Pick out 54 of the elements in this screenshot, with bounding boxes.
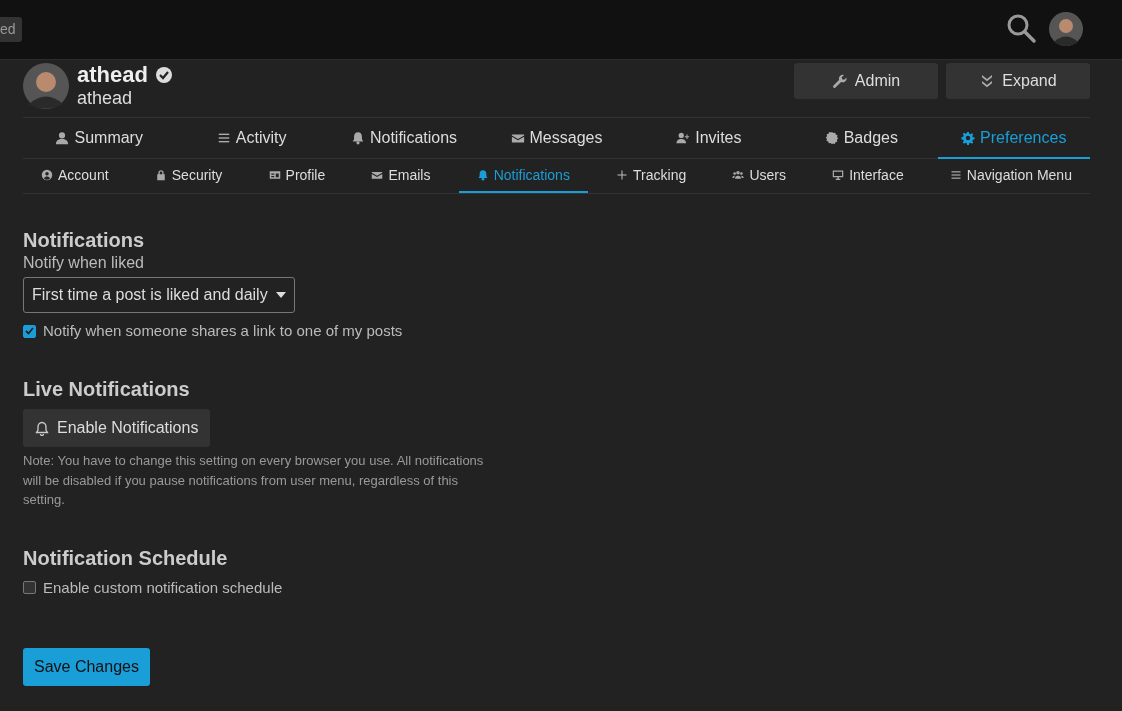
envelope-icon: [371, 169, 384, 181]
enable-button[interactable]: Enable Notifications: [23, 409, 211, 447]
gear-icon: [961, 131, 976, 145]
search-icon[interactable]: [1005, 12, 1037, 44]
dropdown[interactable]: First time a post is liked and daily: [23, 277, 295, 313]
tab[interactable]: Activity: [175, 118, 328, 159]
user-icon: [55, 131, 70, 145]
bell-icon: [476, 169, 489, 181]
caret-icon: [275, 292, 286, 298]
bell-icon: [350, 131, 365, 145]
avatar-icon[interactable]: [1049, 12, 1083, 46]
tab[interactable]: Profile: [250, 159, 344, 193]
checkbox-label: Notify when someone shares a link to one of my posts: [43, 321, 403, 341]
checkbox-label: Enable custom notification schedule: [43, 577, 283, 598]
tab[interactable]: Notifications: [327, 118, 481, 159]
tab[interactable]: Badges: [785, 118, 938, 159]
tab[interactable]: Summary: [23, 118, 176, 159]
field-label: Notify when liked: [23, 253, 145, 273]
plus-icon: [616, 169, 629, 181]
help-note: Note: You have to change this setting on every browser you use. All notifications will be disabled if you pause notifications from user menu, regardless of this setting.: [23, 452, 485, 509]
list-icon: [216, 131, 231, 145]
tab[interactable]: Notifications: [458, 159, 588, 193]
tag-badge: ed: [0, 17, 22, 42]
tab[interactable]: Security: [136, 159, 241, 193]
avatar-icon: [23, 63, 69, 109]
bell-icon: [35, 420, 49, 436]
tab[interactable]: Tracking: [598, 159, 705, 193]
save-button[interactable]: Save Changes: [23, 647, 150, 686]
tab[interactable]: Users: [714, 159, 804, 193]
user-plus-icon: [676, 131, 691, 145]
tab[interactable]: Emails: [353, 159, 449, 193]
tab[interactable]: Preferences: [937, 118, 1090, 159]
tab[interactable]: Navigation Menu: [931, 159, 1090, 193]
list-icon: [949, 169, 962, 181]
check-icon: [155, 67, 172, 83]
tab[interactable]: Invites: [632, 118, 786, 159]
id-card-icon: [268, 169, 281, 181]
section-heading: Notifications: [23, 228, 146, 252]
checkbox[interactable]: [23, 581, 36, 594]
tab[interactable]: Interface: [814, 159, 922, 193]
checkbox[interactable]: [23, 324, 36, 338]
section-heading: Live Notifications: [23, 377, 191, 401]
badge-icon: [824, 131, 839, 145]
expand-button[interactable]: Expand: [946, 63, 1090, 99]
tab[interactable]: Messages: [480, 118, 633, 159]
users-icon: [732, 169, 745, 181]
monitor-icon: [832, 169, 845, 181]
tab[interactable]: Account: [23, 159, 127, 193]
username: athead: [77, 87, 134, 109]
lock-icon: [154, 169, 167, 181]
section-heading: Notification Schedule: [23, 545, 229, 570]
wrench-icon: [831, 73, 848, 89]
admin-button[interactable]: Admin: [794, 63, 938, 99]
profile-name: athead: [77, 63, 148, 87]
